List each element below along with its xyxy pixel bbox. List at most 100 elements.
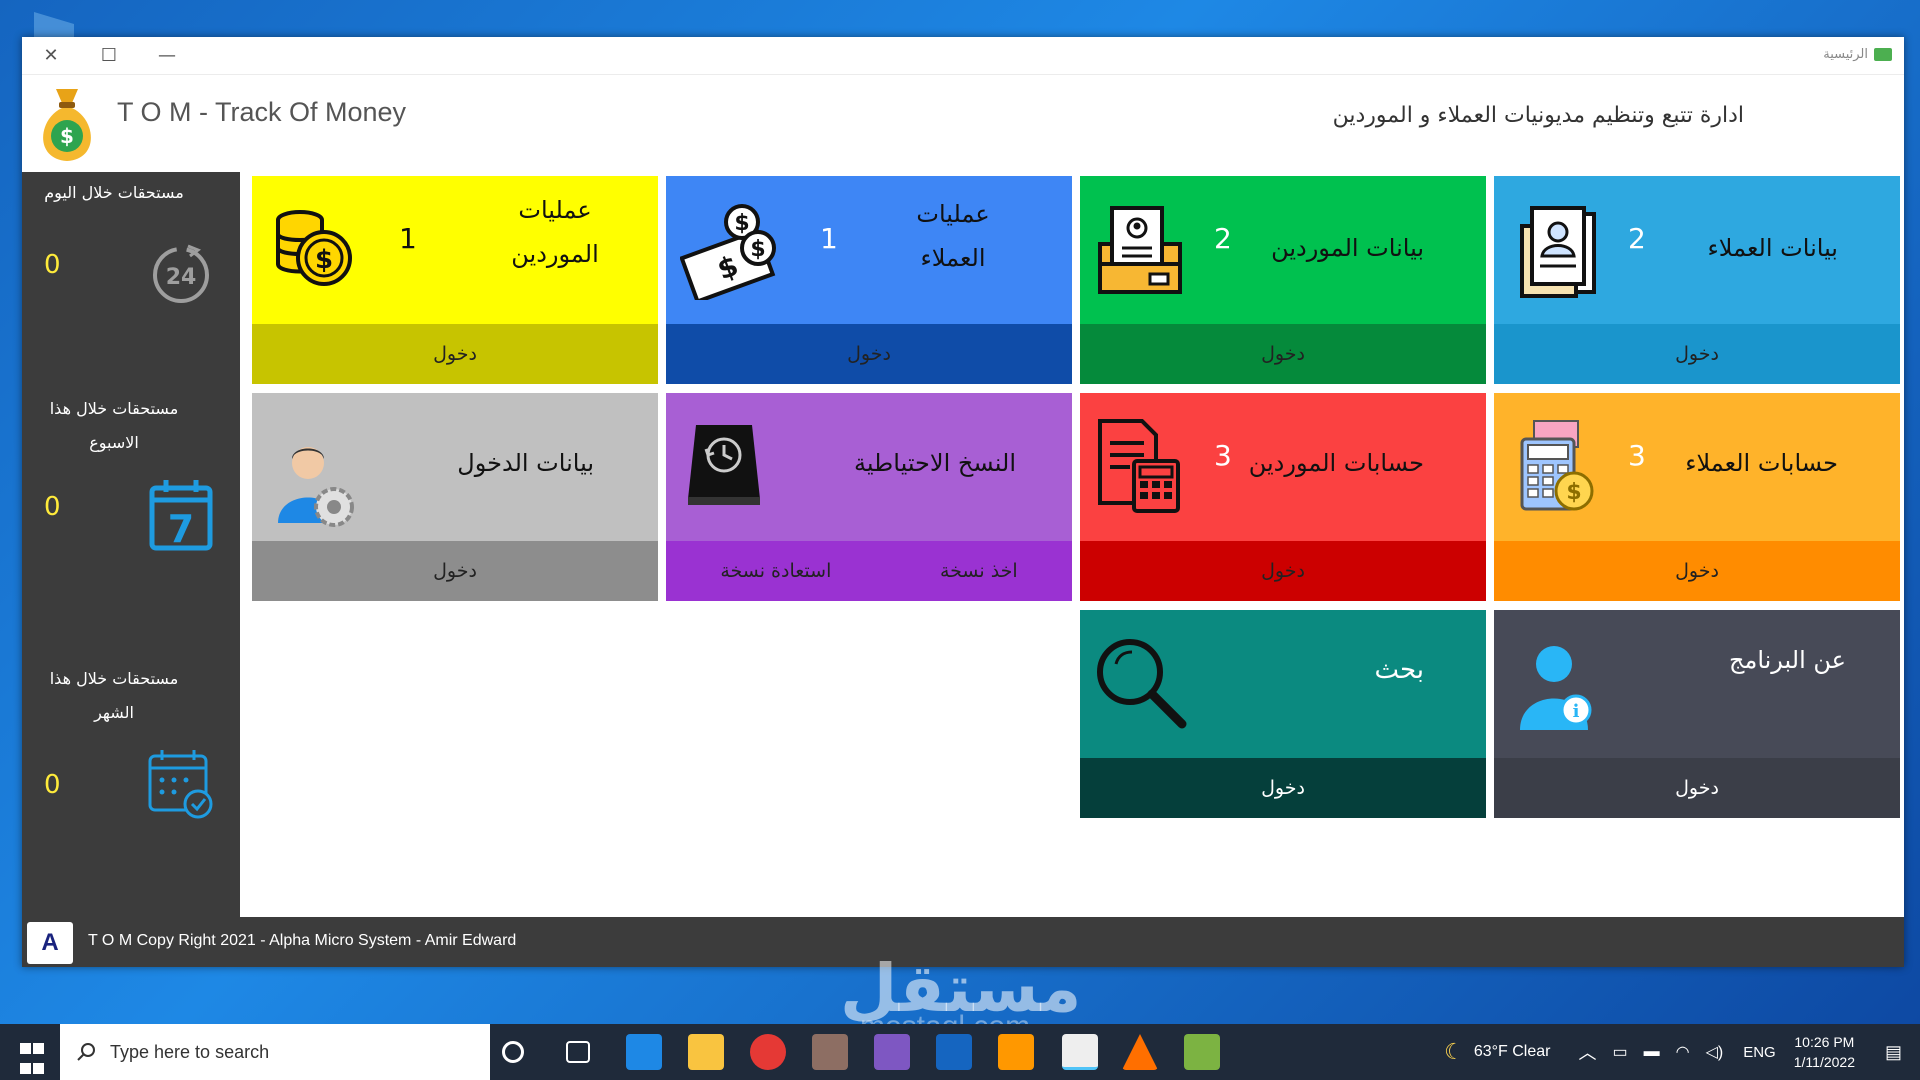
- minimize-button[interactable]: —: [138, 37, 196, 75]
- magnifier-icon: [1097, 639, 1187, 729]
- tile-search-enter[interactable]: دخول: [1080, 758, 1486, 818]
- svg-text:$: $: [750, 237, 765, 262]
- invoice-calculator-icon: [1098, 419, 1180, 513]
- file-explorer-icon[interactable]: [688, 1034, 724, 1070]
- tile-customers-operations[interactable]: عمليات العملاء 1 $ $ $ دخول: [666, 176, 1072, 384]
- vscode-icon[interactable]: [626, 1034, 662, 1070]
- tile-suppliers-accounts-count: 3: [1214, 439, 1232, 472]
- maximize-button[interactable]: ☐: [80, 37, 138, 75]
- app-header: $ T O M - Track Of Money ادارة تتبع وتنظ…: [22, 75, 1904, 171]
- tile-customers-data[interactable]: بيانات العملاء 2 دخول: [1494, 176, 1900, 384]
- coins-stack-icon: $: [276, 210, 352, 286]
- tile-suppliers-accounts-enter[interactable]: دخول: [1080, 541, 1486, 601]
- tile-suppliers-ops-enter[interactable]: دخول: [252, 324, 658, 384]
- dollar-bills-icon: $ $ $: [680, 204, 776, 300]
- tile-customers-accounts-enter[interactable]: دخول: [1494, 541, 1900, 601]
- clock-24-icon: 24: [153, 244, 209, 303]
- tile-suppliers-operations[interactable]: عمليات الموردين 1 $ دخول: [252, 176, 658, 384]
- visual-studio-icon[interactable]: [874, 1034, 910, 1070]
- tile-customers-accounts-title: حسابات العملاء: [1685, 449, 1838, 477]
- tile-customers-ops-count: 1: [820, 222, 838, 255]
- svg-text:24: 24: [166, 265, 197, 290]
- due-month-label: مستحقات خلال هذا الشهر: [49, 669, 179, 722]
- svg-text:$: $: [1566, 480, 1581, 505]
- language-indicator[interactable]: ENG: [1743, 1044, 1776, 1061]
- chrome-icon[interactable]: [750, 1034, 786, 1070]
- supplier-folder-icon: [1098, 206, 1182, 294]
- app-description: ادارة تتبع وتنظيم مديونيات العملاء و الم…: [1332, 103, 1744, 128]
- tile-backups-title: النسخ الاحتياطية: [854, 449, 1016, 477]
- tile-suppliers-accounts[interactable]: حسابات الموردين 3 دخول: [1080, 393, 1486, 601]
- tile-suppliers-accounts-title: حسابات الموردين: [1248, 449, 1424, 477]
- company-logo: A: [27, 922, 73, 964]
- app-name: T O M - Track Of Money: [117, 97, 407, 127]
- cortana-icon[interactable]: [502, 1041, 524, 1063]
- chevron-up-icon[interactable]: ︿: [1578, 1039, 1596, 1065]
- tile-about-title: عن البرنامج: [1728, 646, 1846, 674]
- vlc-icon[interactable]: [1122, 1034, 1158, 1070]
- due-today-panel[interactable]: مستحقات خلال اليوم 0 24: [22, 172, 240, 412]
- calendar-check-icon: [148, 750, 213, 819]
- tile-search-title: بحث: [1374, 655, 1424, 685]
- system-tray: ☾ 63°F Clear ︿ ▭ ▬ ◠ ◁) ENG 10:26 PM 1/1…: [1444, 1024, 1920, 1080]
- due-week-panel[interactable]: مستحقات خلال هذا الاسبوع 0 7: [22, 392, 240, 652]
- tile-backups-actions: اخذ نسخة استعادة نسخة: [666, 541, 1072, 601]
- task-view-icon[interactable]: [566, 1041, 590, 1063]
- camera-icon[interactable]: ▭: [1612, 1042, 1627, 1062]
- due-week-count: 0: [44, 492, 61, 522]
- tile-about[interactable]: عن البرنامج i دخول: [1494, 610, 1900, 818]
- app-small-icon: [1874, 48, 1892, 61]
- window-title-text: الرئيسية: [1823, 47, 1868, 62]
- due-today-label: مستحقات خلال اليوم: [44, 183, 184, 202]
- tile-suppliers-data-enter[interactable]: دخول: [1080, 324, 1486, 384]
- tile-customers-data-count: 2: [1628, 222, 1646, 255]
- tile-customers-data-enter[interactable]: دخول: [1494, 324, 1900, 384]
- tile-customers-data-title: بيانات العملاء: [1707, 234, 1839, 262]
- moon-icon: ☾: [1444, 1039, 1464, 1064]
- clock[interactable]: 10:26 PM 1/11/2022: [1794, 1032, 1855, 1072]
- tile-search[interactable]: بحث دخول: [1080, 610, 1486, 818]
- window-title: الرئيسية: [1823, 47, 1892, 62]
- user-info-icon: i: [1520, 646, 1592, 730]
- svg-text:$: $: [734, 211, 749, 236]
- tile-suppliers-ops-count: 1: [399, 222, 417, 255]
- due-month-panel[interactable]: مستحقات خلال هذا الشهر 0: [22, 662, 240, 912]
- money-bag-icon: $: [43, 89, 91, 161]
- taskbar-search[interactable]: Type here to search: [60, 1024, 490, 1080]
- tile-backups: النسخ الاحتياطية اخذ نسخة استعادة نسخة: [666, 393, 1072, 601]
- tile-login-data-enter[interactable]: دخول: [252, 541, 658, 601]
- customer-file-icon: [1520, 206, 1596, 298]
- take-backup-button[interactable]: اخذ نسخة: [940, 560, 1018, 582]
- battery-icon[interactable]: ▬: [1644, 1043, 1660, 1061]
- due-week-label: مستحقات خلال هذا الاسبوع: [49, 399, 179, 452]
- title-bar: ✕ ☐ — الرئيسية: [22, 37, 1904, 75]
- backup-drive-icon: [688, 425, 760, 505]
- tile-customers-accounts[interactable]: حسابات العملاء 3 $ دخول: [1494, 393, 1900, 601]
- copyright-text: T O M Copy Right 2021 - Alpha Micro Syst…: [88, 932, 517, 949]
- tile-customers-ops-enter[interactable]: دخول: [666, 324, 1072, 384]
- svg-text:$: $: [315, 245, 333, 275]
- tile-customers-ops-title: عمليات العملاء: [916, 200, 990, 272]
- volume-icon[interactable]: ◁): [1706, 1042, 1724, 1062]
- svg-text:$: $: [60, 124, 74, 148]
- windows-logo-icon: [20, 1043, 31, 1054]
- clock-date: 1/11/2022: [1793, 1054, 1855, 1070]
- notifications-icon[interactable]: ▤: [1885, 1042, 1902, 1063]
- svg-text:7: 7: [168, 507, 194, 551]
- close-button[interactable]: ✕: [22, 37, 80, 75]
- tile-login-data[interactable]: بيانات الدخول دخول: [252, 393, 658, 601]
- clapper-icon[interactable]: [1062, 1034, 1098, 1070]
- wifi-icon[interactable]: ◠: [1676, 1042, 1690, 1062]
- weather-text[interactable]: 63°F Clear: [1474, 1043, 1551, 1061]
- restore-backup-button[interactable]: استعادة نسخة: [720, 560, 831, 582]
- svg-text:i: i: [1573, 701, 1580, 722]
- video-icon[interactable]: [998, 1034, 1034, 1070]
- tom-app-icon[interactable]: [1184, 1034, 1220, 1070]
- tools-icon[interactable]: [812, 1034, 848, 1070]
- tile-about-enter[interactable]: دخول: [1494, 758, 1900, 818]
- start-button[interactable]: [0, 1024, 60, 1080]
- tile-suppliers-ops-title: عمليات الموردين: [511, 196, 599, 268]
- media-icon[interactable]: [936, 1034, 972, 1070]
- user-settings-icon: [278, 447, 354, 527]
- tile-suppliers-data[interactable]: بيانات الموردين 2 دخول: [1080, 176, 1486, 384]
